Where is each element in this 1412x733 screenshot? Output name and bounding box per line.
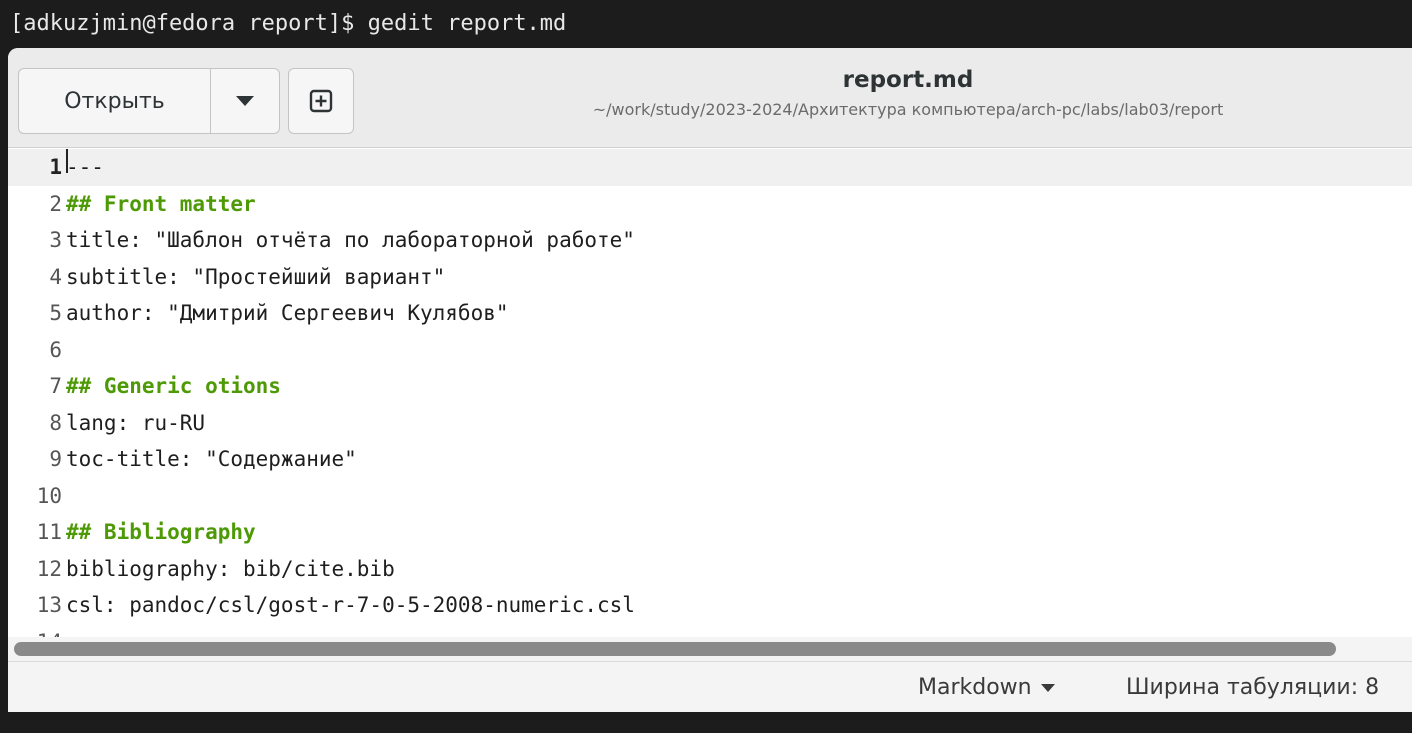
text-editor[interactable]: 1 --- 2 ## Front matter 3 title: "Шаблон отчё… <box>8 149 1412 637</box>
line-number: 6 <box>49 337 62 362</box>
scrollbar-thumb[interactable] <box>14 642 1336 656</box>
line-number: 5 <box>49 301 62 325</box>
document-path: ~/work/study/2023-2024/Архитектура компь… <box>592 100 1224 119</box>
line-text: lang: ru-RU <box>66 410 206 435</box>
editor-line[interactable]: 8 lang: ru-RU <box>8 405 1412 442</box>
markdown-heading: ## Bibliography <box>66 520 256 544</box>
chevron-down-icon <box>236 96 254 106</box>
editor-line[interactable]: 3 title: "Шаблон отчёта по лабораторной р… <box>8 222 1412 259</box>
language-label: Markdown <box>918 675 1032 700</box>
line-number: 9 <box>49 447 62 471</box>
status-bar: Markdown Ширина табуляции: 8 <box>8 661 1412 712</box>
editor-line[interactable]: 4 subtitle: "Простейший вариант" <box>8 259 1412 296</box>
editor-line[interactable]: 11 ## Bibliography <box>8 514 1412 551</box>
line-number: 2 <box>49 191 62 216</box>
line-number: 11 <box>36 520 62 544</box>
line-text: --- <box>66 155 104 179</box>
chevron-down-icon <box>1040 683 1055 692</box>
line-number: 12 <box>36 556 62 581</box>
editor-line[interactable]: 12 bibliography: bib/cite.bib <box>8 551 1412 588</box>
line-number: 1 <box>49 155 62 179</box>
line-number: 7 <box>49 374 62 398</box>
gedit-window: Открыть report.md ~/work/study/2023-2024… <box>8 48 1412 712</box>
line-number: 13 <box>36 593 62 617</box>
terminal-command-line: [adkuzjmin@fedora report]$ gedit report.… <box>0 0 1412 48</box>
editor-line[interactable]: 9 toc-title: "Содержание" <box>8 441 1412 478</box>
editor-line[interactable]: 1 --- <box>8 149 1412 186</box>
window-title-block: report.md ~/work/study/2023-2024/Архитек… <box>428 64 1388 124</box>
line-text: author: "Дмитрий Сергеевич Кулябов" <box>66 301 509 325</box>
open-button-group: Открыть <box>18 68 280 134</box>
editor-line[interactable]: 5 author: "Дмитрий Сергеевич Кулябов" <box>8 295 1412 332</box>
editor-line[interactable]: 2 ## Front matter <box>8 186 1412 223</box>
line-text: title: "Шаблон отчёта по лабораторной ра… <box>66 228 635 252</box>
horizontal-scrollbar[interactable] <box>8 637 1412 661</box>
editor-line[interactable]: 6 <box>8 332 1412 369</box>
editor-line[interactable]: 13 csl: pandoc/csl/gost-r-7-0-5-2008-nume… <box>8 587 1412 624</box>
line-text: csl: pandoc/csl/gost-r-7-0-5-2008-numeri… <box>66 593 635 617</box>
new-tab-button[interactable] <box>288 68 354 134</box>
line-number: 14 <box>8 624 66 638</box>
line-number: 8 <box>49 410 62 435</box>
tab-width-selector[interactable]: Ширина табуляции: 8 <box>1126 662 1379 712</box>
new-tab-icon <box>309 89 333 113</box>
line-text: subtitle: "Простейший вариант" <box>66 264 446 289</box>
markdown-heading: ## Generic otions <box>66 374 281 398</box>
line-number: 4 <box>49 264 62 289</box>
header-bar: Открыть report.md ~/work/study/2023-2024… <box>8 48 1412 148</box>
editor-line[interactable]: 7 ## Generic otions <box>8 368 1412 405</box>
language-selector[interactable]: Markdown <box>918 662 1056 712</box>
open-button[interactable]: Открыть <box>19 69 211 133</box>
line-number: 3 <box>49 228 62 252</box>
line-text: toc-title: "Содержание" <box>66 447 357 471</box>
markdown-heading: ## Front matter <box>66 191 256 216</box>
document-title: report.md <box>842 67 974 93</box>
editor-line[interactable]: 10 <box>8 478 1412 515</box>
editor-line[interactable]: 14 <box>8 624 1412 638</box>
line-number: 10 <box>36 483 62 508</box>
open-dropdown-button[interactable] <box>211 69 279 133</box>
line-text: bibliography: bib/cite.bib <box>66 556 395 581</box>
